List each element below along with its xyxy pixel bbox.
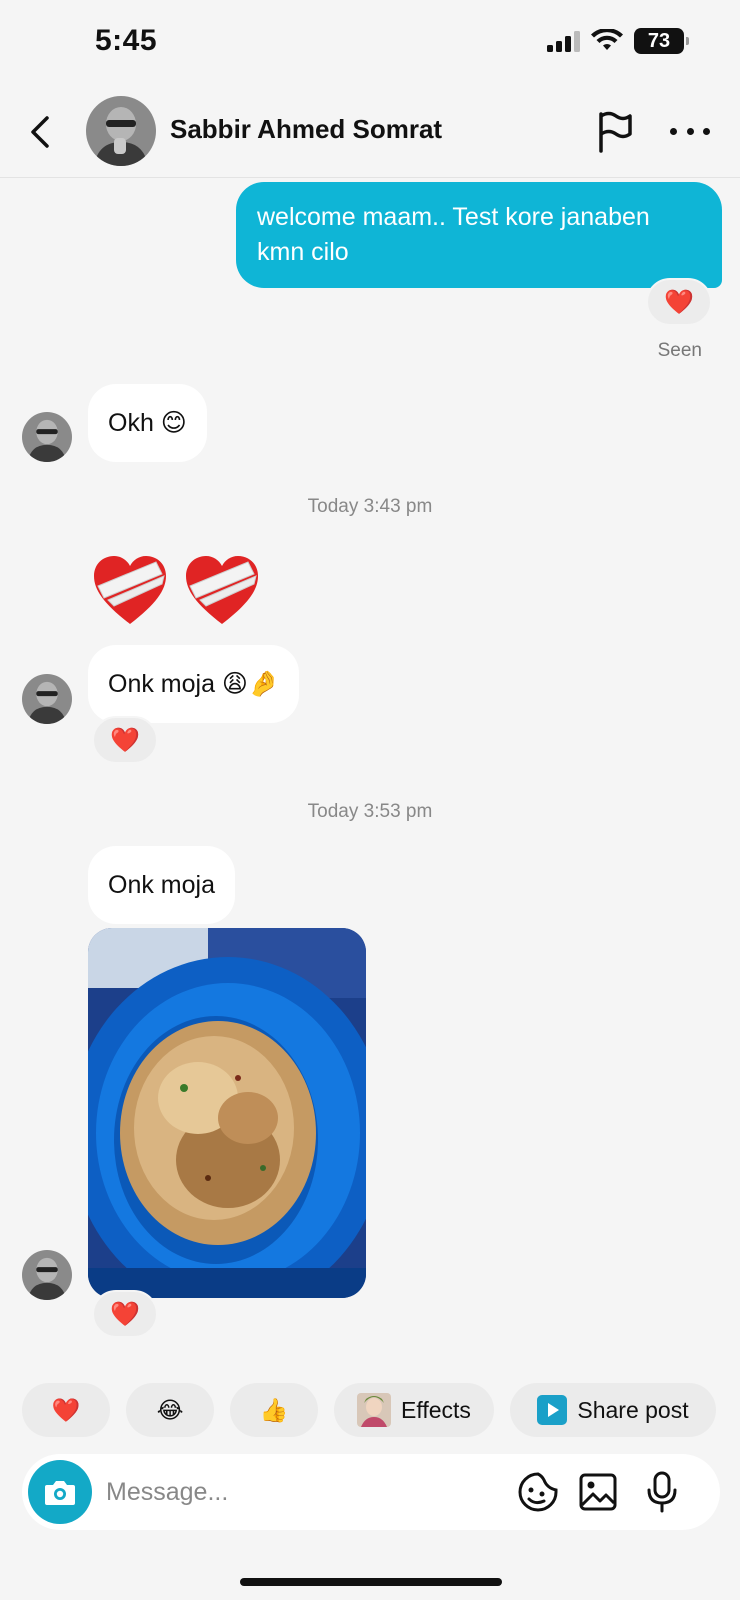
quick-reaction-laugh[interactable]: 😂 bbox=[126, 1383, 214, 1437]
message-reaction[interactable]: ❤️ bbox=[92, 716, 158, 764]
sender-avatar[interactable] bbox=[22, 412, 72, 462]
share-post-button[interactable]: Share post bbox=[510, 1383, 716, 1437]
mending-heart-icon bbox=[186, 556, 258, 624]
wifi-icon bbox=[591, 29, 623, 50]
contact-name[interactable]: Sabbir Ahmed Somrat bbox=[170, 114, 442, 145]
home-indicator[interactable] bbox=[240, 1578, 502, 1586]
large-emoji-message[interactable]: ❤️‍🩹❤️‍🩹 bbox=[90, 552, 262, 632]
camera-icon[interactable] bbox=[28, 1460, 92, 1524]
seen-label: Seen bbox=[657, 340, 702, 361]
cellular-signal-icon bbox=[547, 30, 580, 52]
message-bubble-incoming[interactable]: Okh 😊 bbox=[88, 384, 207, 462]
contact-avatar[interactable] bbox=[86, 96, 156, 166]
message-reaction[interactable]: ❤️ bbox=[92, 1290, 158, 1338]
sender-avatar[interactable] bbox=[22, 1250, 72, 1300]
effects-label: Effects bbox=[401, 1396, 471, 1423]
sender-avatar[interactable] bbox=[22, 674, 72, 724]
more-options-icon[interactable] bbox=[670, 116, 710, 146]
gallery-icon[interactable] bbox=[576, 1470, 620, 1514]
message-input[interactable] bbox=[106, 1454, 486, 1530]
quick-reaction-heart[interactable]: ❤️ bbox=[22, 1383, 110, 1437]
back-icon[interactable] bbox=[22, 108, 58, 156]
battery-indicator: 73 bbox=[634, 28, 689, 54]
message-composer bbox=[22, 1454, 720, 1530]
sticker-icon[interactable] bbox=[516, 1470, 560, 1514]
status-icons: 73 bbox=[547, 28, 689, 54]
share-post-icon bbox=[537, 1395, 568, 1425]
message-timestamp: Today 3:43 pm bbox=[307, 496, 433, 517]
message-bubble-incoming[interactable]: Onk moja bbox=[88, 846, 235, 924]
status-time: 5:45 bbox=[95, 24, 158, 57]
message-timestamp: Today 3:53 pm bbox=[307, 801, 433, 822]
effects-button[interactable]: Effects bbox=[334, 1383, 494, 1437]
photo-message[interactable] bbox=[88, 928, 366, 1298]
share-post-label: Share post bbox=[577, 1396, 689, 1423]
message-reaction[interactable]: ❤️ bbox=[646, 278, 712, 326]
message-bubble-outgoing[interactable]: welcome maam.. Test kore janaben kmn cil… bbox=[236, 182, 722, 288]
quick-reaction-thumbs-up[interactable]: 👍 bbox=[230, 1383, 318, 1437]
microphone-icon[interactable] bbox=[640, 1470, 684, 1514]
chat-header: Sabbir Ahmed Somrat bbox=[0, 86, 740, 178]
mending-heart-icon bbox=[94, 556, 166, 624]
effects-thumbnail-icon bbox=[357, 1393, 392, 1427]
message-bubble-incoming[interactable]: Onk moja 😩🤌 bbox=[88, 645, 300, 723]
flag-icon[interactable] bbox=[594, 108, 636, 154]
